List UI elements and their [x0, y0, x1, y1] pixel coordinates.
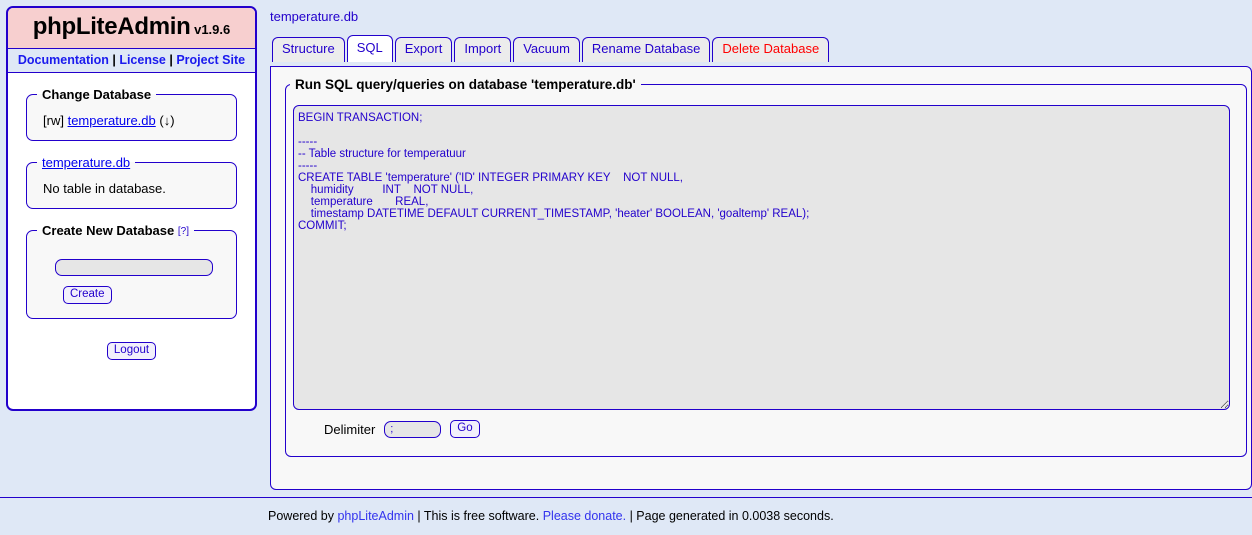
create-database-form: Create	[37, 246, 226, 308]
current-database-panel: temperature.db No table in database.	[26, 155, 237, 209]
current-database-link[interactable]: temperature.db	[42, 155, 130, 170]
tab-vacuum[interactable]: Vacuum	[513, 37, 580, 62]
tab-import[interactable]: Import	[454, 37, 512, 62]
tab-sql[interactable]: SQL	[346, 35, 393, 62]
tab-bar: Structure SQL Export Import Vacuum Rename Dat…	[268, 35, 1252, 62]
change-database-panel: Change Database [rw] temperature.db (↓)	[26, 87, 237, 141]
change-database-legend: Change Database	[42, 87, 152, 102]
app-title: phpLiteAdmin	[32, 13, 191, 40]
create-database-panel: Create New Database [?] Create	[26, 223, 237, 319]
database-link-temperature-db[interactable]: temperature.db	[68, 113, 156, 128]
app-version: v1.9.6	[194, 22, 231, 37]
breadcrumb: temperature.db	[270, 9, 359, 24]
sql-panel: Run SQL query/queries on database 'tempe…	[270, 66, 1252, 490]
brand-header: phpLiteAdmin v1.9.6	[8, 8, 255, 49]
footer-powered-by: Powered by	[268, 509, 338, 523]
no-table-message: No table in database.	[43, 181, 166, 196]
create-button-row: Create	[43, 276, 224, 306]
main-content: temperature.db Structure SQL Export Import V…	[268, 0, 1252, 535]
tab-export[interactable]: Export	[394, 37, 453, 62]
footer-generated-time: | Page generated in 0.0038 seconds.	[626, 509, 834, 523]
delimiter-row: Delimiter Go	[324, 420, 1242, 438]
create-database-button[interactable]: Create	[63, 286, 112, 304]
db-permission-label: [rw]	[43, 113, 64, 128]
license-link[interactable]: License	[119, 53, 166, 67]
create-database-legend: Create New Database [?]	[37, 223, 194, 238]
tab-delete-database[interactable]: Delete Database	[712, 37, 830, 62]
delimiter-input[interactable]	[384, 420, 442, 438]
current-database-legend: temperature.db	[37, 155, 135, 170]
link-separator-2: |	[165, 53, 177, 67]
database-download-icon[interactable]: (↓)	[159, 113, 174, 128]
footer-donate-link[interactable]: Please donate.	[543, 509, 626, 523]
new-database-name-input[interactable]	[54, 259, 213, 276]
footer-free-software: | This is free software.	[413, 509, 543, 523]
run-sql-legend: Run SQL query/queries on database 'tempe…	[295, 77, 636, 92]
footer-divider	[0, 497, 1252, 498]
tab-structure[interactable]: Structure	[272, 37, 345, 62]
tab-rename-database[interactable]: Rename Database	[581, 37, 711, 62]
create-database-legend-text: Create New Database	[42, 223, 175, 238]
link-separator-1: |	[108, 53, 120, 67]
sql-query-textarea[interactable]	[293, 105, 1230, 410]
go-button[interactable]: Go	[450, 420, 480, 438]
run-sql-fieldset: Run SQL query/queries on database 'tempe…	[285, 77, 1247, 457]
change-database-row: [rw] temperature.db (↓)	[37, 110, 226, 130]
footer: Powered by phpLiteAdmin | This is free s…	[268, 509, 834, 523]
sidebar-link-bar: Documentation | License | Project Site	[8, 49, 255, 73]
app-root: phpLiteAdmin v1.9.6 Documentation | Lice…	[0, 0, 1252, 535]
delimiter-label: Delimiter	[324, 421, 376, 437]
documentation-link[interactable]: Documentation	[18, 53, 109, 67]
logout-button[interactable]: Logout	[106, 342, 157, 360]
footer-app-link[interactable]: phpLiteAdmin	[337, 509, 413, 523]
sidebar: phpLiteAdmin v1.9.6 Documentation | Lice…	[6, 6, 257, 411]
project-site-link[interactable]: Project Site	[176, 53, 245, 67]
help-marker-icon[interactable]: [?]	[178, 226, 189, 237]
logout-row: Logout	[8, 341, 255, 360]
